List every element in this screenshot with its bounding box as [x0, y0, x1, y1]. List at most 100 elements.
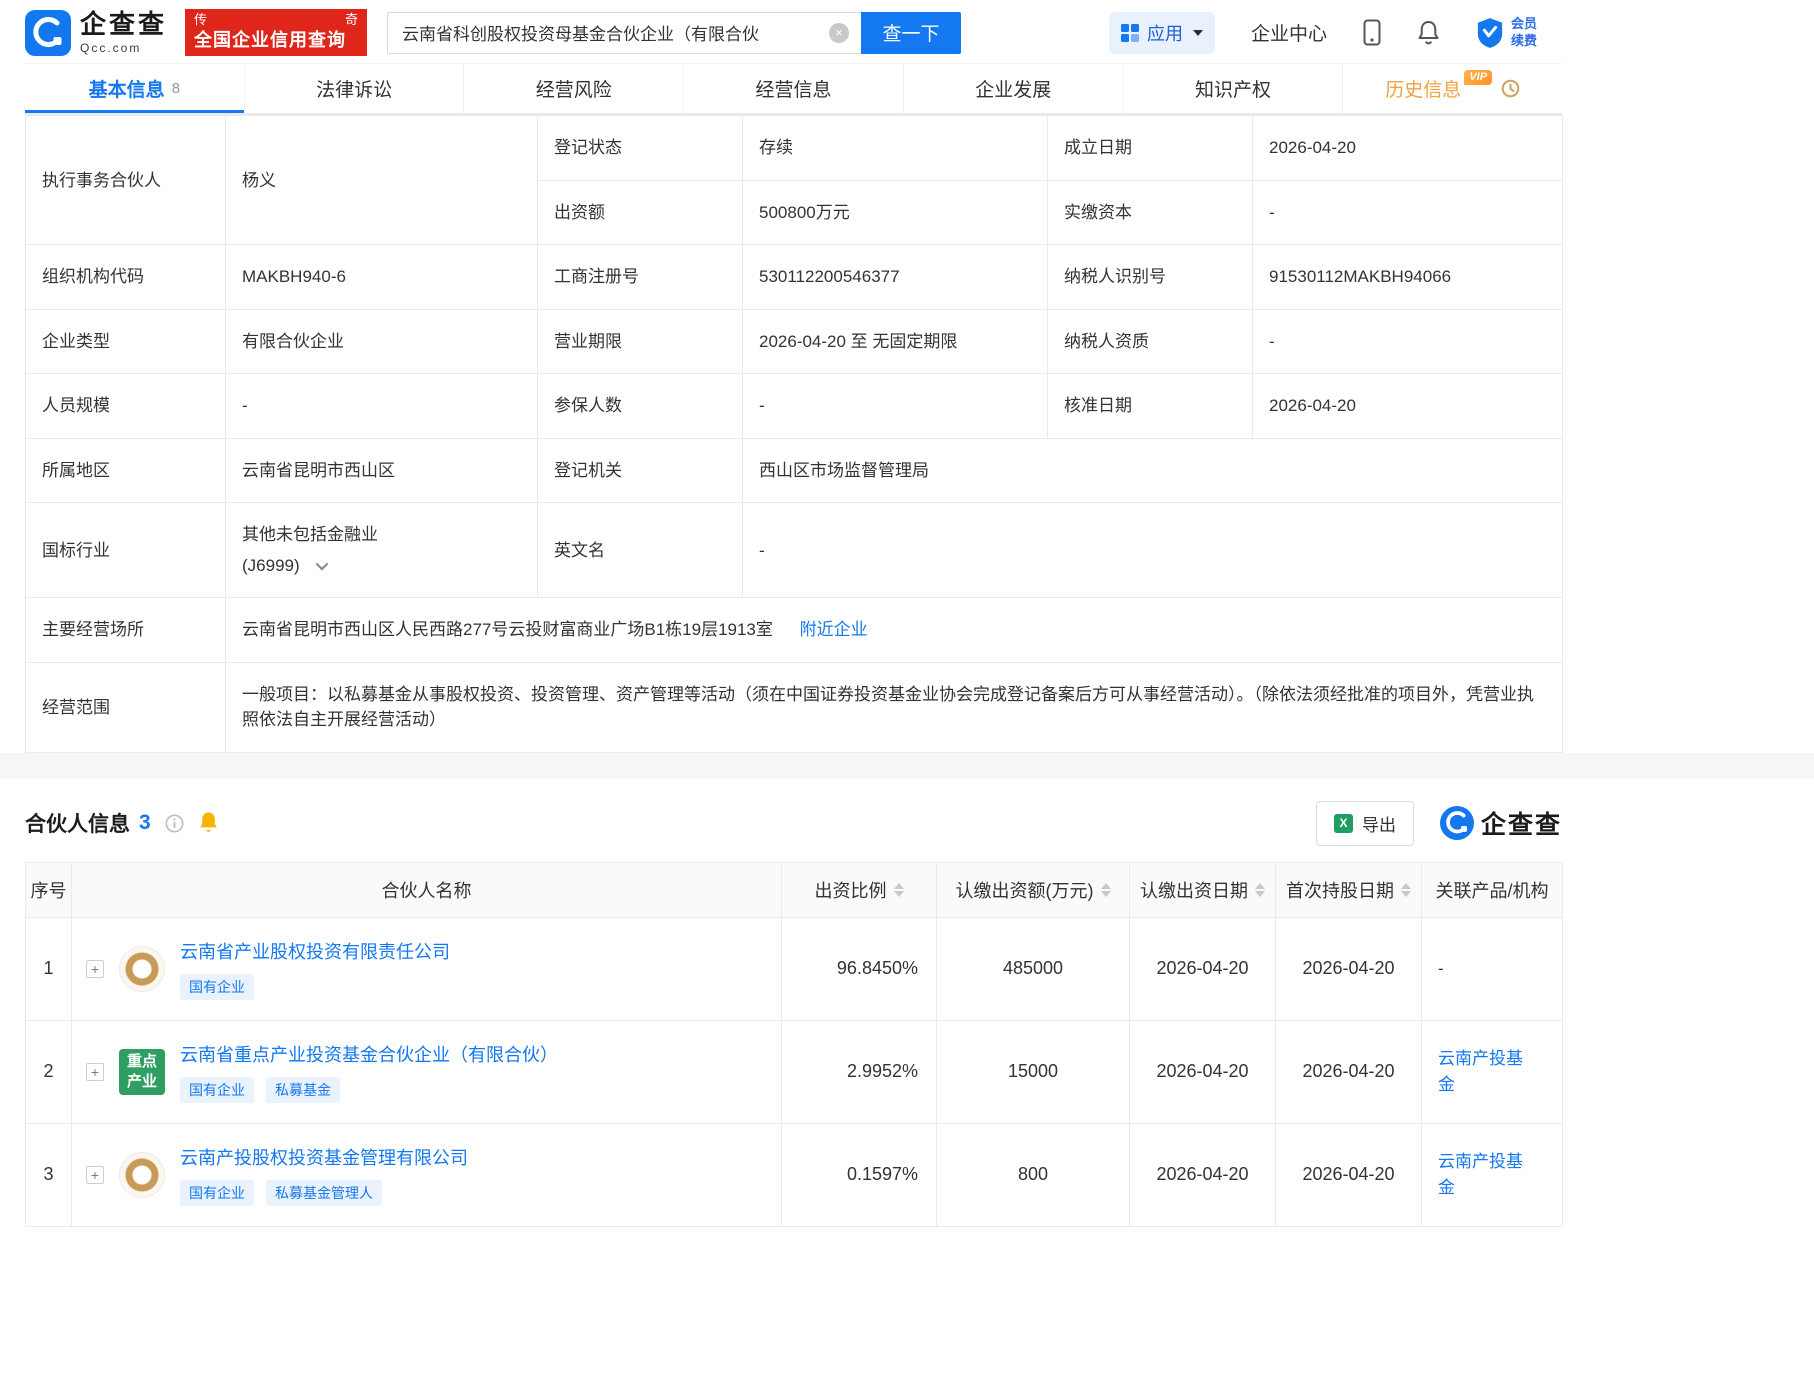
tag-state-owned[interactable]: 国有企业: [180, 1180, 254, 1206]
promo-line: 全国企业信用查询: [194, 29, 358, 52]
sort-icon[interactable]: [1101, 883, 1111, 897]
label-approval-date: 核准日期: [1048, 374, 1253, 439]
expand-button[interactable]: +: [86, 1166, 104, 1184]
partner-name-link[interactable]: 云南省重点产业投资基金合伙企业（有限合伙）: [180, 1041, 558, 1067]
enterprise-center-link[interactable]: 企业中心: [1251, 19, 1327, 46]
partner-logo[interactable]: 重点 产业: [119, 1049, 165, 1095]
section-divider: [0, 753, 1814, 779]
qcc-logo-icon: [25, 10, 71, 56]
partner-amount: 800: [937, 1123, 1130, 1226]
partners-count: 3: [139, 811, 151, 835]
label-registration-status: 登记状态: [538, 116, 743, 181]
value-executive-partner: 杨义: [226, 116, 538, 245]
qcc-watermark-text: 企查查: [1481, 805, 1562, 841]
partner-subscribe-date: 2026-04-20: [1130, 1123, 1276, 1226]
value-registration-authority: 西山区市场监督管理局: [743, 438, 1563, 503]
label-org-code: 组织机构代码: [26, 245, 226, 310]
partner-logo[interactable]: [119, 946, 165, 992]
partner-name-link[interactable]: 云南产投股权投资基金管理有限公司: [180, 1144, 468, 1170]
label-region: 所属地区: [26, 438, 226, 503]
partner-subscribe-date: 2026-04-20: [1130, 917, 1276, 1020]
vip-renewal[interactable]: 会员 续费: [1476, 16, 1537, 50]
qcc-logo[interactable]: 企查查 Qcc.com: [25, 10, 167, 56]
tag-state-owned[interactable]: 国有企业: [180, 974, 254, 1000]
partner-logo[interactable]: [119, 1152, 165, 1198]
app-menu[interactable]: 应用: [1109, 12, 1215, 54]
col-first-hold-date: 首次持股日期: [1276, 862, 1422, 917]
sort-icon[interactable]: [894, 883, 904, 897]
tab-intellectual-property[interactable]: 知识产权: [1124, 64, 1344, 113]
brand-domain: Qcc.com: [80, 41, 167, 55]
tab-history-info[interactable]: 历史信息 VIP: [1343, 64, 1562, 113]
search-button[interactable]: 查一下: [861, 12, 961, 54]
related-fund-link[interactable]: 云南产投基金: [1438, 1152, 1523, 1197]
value-capital: 500800万元: [743, 180, 1048, 245]
tab-operation-risk[interactable]: 经营风险: [464, 64, 684, 113]
expand-button[interactable]: +: [86, 1063, 104, 1081]
value-company-type: 有限合伙企业: [226, 309, 538, 374]
tab-legal-litigation[interactable]: 法律诉讼: [245, 64, 465, 113]
value-business-term: 2026-04-20 至 无固定期限: [743, 309, 1048, 374]
section-tabs: 基本信息 8 法律诉讼 经营风险 经营信息 企业发展 知识产权 历史信息 VIP: [25, 63, 1562, 115]
col-amount: 认缴出资额(万元): [937, 862, 1130, 917]
label-capital: 出资额: [538, 180, 743, 245]
bell-icon[interactable]: [1417, 20, 1440, 46]
tab-label: 经营信息: [756, 75, 832, 102]
value-industry: 其他未包括金融业 (J6999): [226, 503, 538, 598]
promo-char-right: 奇: [345, 12, 358, 29]
phone-icon[interactable]: [1363, 19, 1381, 46]
partners-header: 合伙人信息 3 X 导出: [25, 801, 1562, 846]
tag-private-fund-manager[interactable]: 私募基金管理人: [266, 1180, 382, 1206]
value-taxpayer-id: 91530112MAKBH94066: [1253, 245, 1563, 310]
nearby-companies-link[interactable]: 附近企业: [800, 620, 868, 639]
partner-ratio: 96.8450%: [782, 917, 937, 1020]
partner-ratio: 0.1597%: [782, 1123, 937, 1226]
partner-row: 3 + 云南产投股权投资基金管理有限公司 国有企业 私募基金管理人: [26, 1123, 1563, 1226]
tag-private-fund[interactable]: 私募基金: [266, 1077, 340, 1103]
brand-name: 企查查: [80, 11, 167, 37]
expand-button[interactable]: +: [86, 960, 104, 978]
label-staff-size: 人员规模: [26, 374, 226, 439]
label-english-name: 英文名: [538, 503, 743, 598]
promo-banner[interactable]: 传 奇 全国企业信用查询: [185, 9, 367, 56]
industry-code: (J6999): [242, 553, 300, 579]
value-business-scope: 一般项目：以私募基金从事股权投资、投资管理、资产管理等活动（须在中国证券投资基金…: [226, 662, 1563, 752]
app-menu-label: 应用: [1147, 20, 1183, 46]
label-industry: 国标行业: [26, 503, 226, 598]
sort-icon[interactable]: [1401, 883, 1411, 897]
info-icon[interactable]: [165, 814, 184, 833]
vip-label-line1: 会员: [1511, 16, 1537, 33]
related-fund-link[interactable]: 云南产投基金: [1438, 1049, 1523, 1094]
tab-label: 知识产权: [1195, 75, 1271, 102]
search-area: × 查一下: [387, 12, 961, 54]
tab-basic-info[interactable]: 基本信息 8: [25, 64, 245, 113]
partner-first-hold-date: 2026-04-20: [1276, 1123, 1422, 1226]
tab-label: 基本信息: [89, 75, 165, 102]
col-partner-name: 合伙人名称: [72, 862, 782, 917]
tab-business-info[interactable]: 经营信息: [684, 64, 904, 113]
partner-subscribe-date: 2026-04-20: [1130, 1020, 1276, 1123]
clear-search-icon[interactable]: ×: [829, 23, 849, 43]
vip-label-line2: 续费: [1511, 33, 1537, 50]
value-staff-size: -: [226, 374, 538, 439]
tab-enterprise-development[interactable]: 企业发展: [904, 64, 1124, 113]
qcc-watermark-logo: 企查查: [1440, 805, 1562, 841]
tag-state-owned[interactable]: 国有企业: [180, 1077, 254, 1103]
label-registration-no: 工商注册号: [538, 245, 743, 310]
export-button[interactable]: X 导出: [1316, 801, 1414, 846]
chevron-down-icon[interactable]: [315, 558, 328, 571]
label-paid-capital: 实缴资本: [1048, 180, 1253, 245]
partner-row: 1 + 云南省产业股权投资有限责任公司 国有企业 96.8450%: [26, 917, 1563, 1020]
value-english-name: -: [743, 503, 1563, 598]
partner-seq: 1: [26, 917, 72, 1020]
search-input[interactable]: [387, 12, 861, 54]
partner-name-link[interactable]: 云南省产业股权投资有限责任公司: [180, 938, 450, 964]
clock-icon: [1501, 79, 1520, 98]
label-executive-partner: 执行事务合伙人: [26, 116, 226, 245]
tab-label: 法律诉讼: [316, 75, 392, 102]
monitor-bell-icon[interactable]: [198, 811, 219, 835]
partner-related: -: [1422, 917, 1563, 1020]
sort-icon[interactable]: [1255, 883, 1265, 897]
label-business-term: 营业期限: [538, 309, 743, 374]
partner-seq: 2: [26, 1020, 72, 1123]
